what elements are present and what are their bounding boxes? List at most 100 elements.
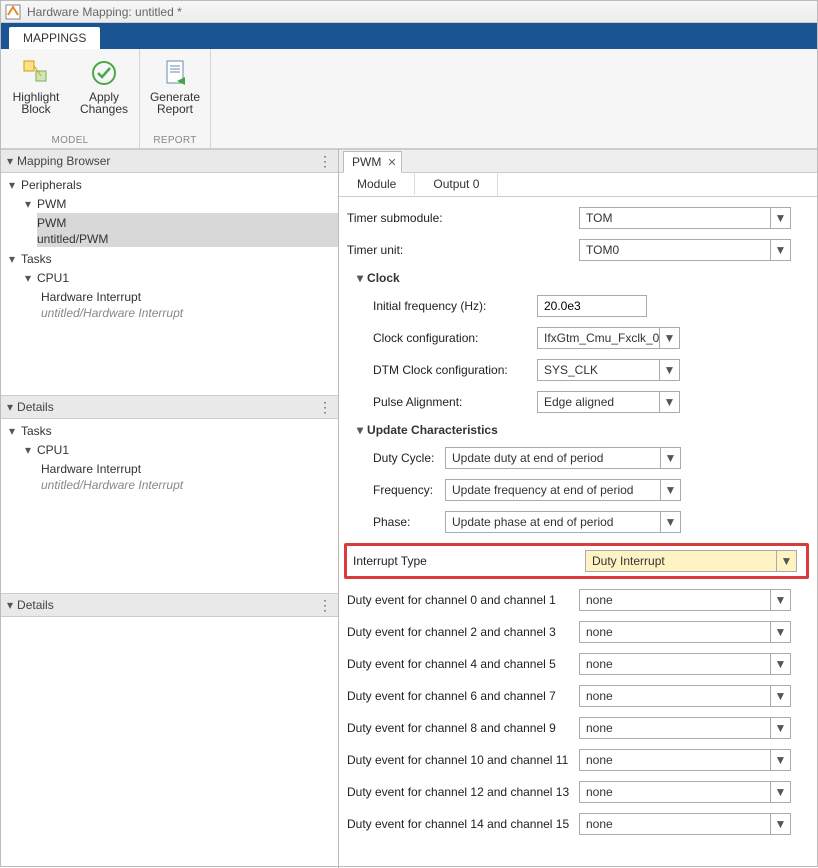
generate-report-label: Generate Report [150,91,200,115]
chevron-down-icon: ▼ [659,360,679,380]
panel-menu-icon[interactable]: ⋮ [318,600,332,610]
tab-mappings[interactable]: MAPPINGS [9,27,100,49]
label-dtm-clock-config: DTM Clock configuration: [373,363,537,377]
label-duty-event: Duty event for channel 4 and channel 5 [347,657,579,671]
label-duty-event: Duty event for channel 8 and channel 9 [347,721,579,735]
ribbon-group-report-caption: REPORT [153,135,196,146]
tab-module[interactable]: Module [339,173,415,196]
details-panel-1: ▾ Details ⋮ ▾ Tasks ▾ CPU1 [1,395,338,593]
window-title: Hardware Mapping: untitled * [27,5,182,19]
details-hw-interrupt[interactable]: Hardware Interrupt [37,460,338,478]
label-clock-config: Clock configuration: [373,331,537,345]
chevron-down-icon: ▼ [660,480,680,500]
generate-report-button[interactable]: Generate Report [146,53,204,133]
details-header-2[interactable]: ▾ Details ⋮ [1,593,338,617]
combo-duty-event[interactable]: none▼ [579,717,791,739]
mapping-browser-title: Mapping Browser [17,154,110,168]
doc-tab-pwm[interactable]: PWM ✕ [343,151,402,173]
combo-duty-event[interactable]: none▼ [579,749,791,771]
details-title-1: Details [17,400,54,414]
chevron-down-icon: ▼ [770,208,790,228]
tab-output0[interactable]: Output 0 [415,173,498,196]
window-titlebar: Hardware Mapping: untitled * [1,1,817,23]
mapping-browser-tree[interactable]: ▾ Peripherals ▾ PWM [1,173,338,395]
combo-interrupt-type[interactable]: Duty Interrupt ▼ [585,550,797,572]
label-duty-cycle: Duty Cycle: [347,451,445,465]
check-circle-icon [88,57,120,89]
row-duty-event: Duty event for channel 0 and channel 1no… [347,589,809,611]
label-duty-event: Duty event for channel 2 and channel 3 [347,625,579,639]
blocks-icon [20,57,52,89]
label-duty-event: Duty event for channel 10 and channel 11 [347,753,579,767]
combo-duty-event[interactable]: none▼ [579,653,791,675]
row-interrupt-type-highlight: Interrupt Type Duty Interrupt ▼ [344,543,809,579]
right-pane: PWM ✕ Module Output 0 Timer submodule: T… [339,149,817,868]
inner-tabstrip: Module Output 0 [339,173,817,197]
row-duty-event: Duty event for channel 8 and channel 9no… [347,717,809,739]
label-timer-unit: Timer unit: [347,243,579,257]
combo-duty-event[interactable]: none▼ [579,621,791,643]
section-update-characteristics[interactable]: ▾ Update Characteristics [347,423,809,437]
combo-duty-event[interactable]: none▼ [579,781,791,803]
row-timer-unit: Timer unit: TOM0 ▼ [347,239,809,261]
left-pane: ▾ Mapping Browser ⋮ ▾ Peripherals [1,149,339,868]
chevron-down-icon: ▾ [357,271,363,285]
details-header-1[interactable]: ▾ Details ⋮ [1,395,338,419]
combo-duty-event[interactable]: none▼ [579,813,791,835]
tree-tasks[interactable]: ▾ Tasks [5,250,338,268]
mapping-browser-header[interactable]: ▾ Mapping Browser ⋮ [1,149,338,173]
tree-pwm-group[interactable]: ▾ PWM [21,195,338,213]
label-duty-event: Duty event for channel 0 and channel 1 [347,593,579,607]
combo-timer-unit[interactable]: TOM0 ▼ [579,239,791,261]
row-duty-event: Duty event for channel 4 and channel 5no… [347,653,809,675]
label-phase: Phase: [347,515,445,529]
duty-events-list: Duty event for channel 0 and channel 1no… [347,589,809,835]
details-tree-1[interactable]: ▾ Tasks ▾ CPU1 Hardware Interrupt [1,419,338,593]
chevron-down-icon: ▼ [776,551,796,571]
tree-cpu1[interactable]: ▾ CPU1 [21,269,338,287]
main-area: ▾ Mapping Browser ⋮ ▾ Peripherals [1,149,817,868]
row-duty-event: Duty event for channel 12 and channel 13… [347,781,809,803]
chevron-down-icon: ▾ [9,252,21,266]
row-duty-event: Duty event for channel 14 and channel 15… [347,813,809,835]
ribbon-group-model-caption: MODEL [51,135,88,146]
combo-pulse-alignment[interactable]: Edge aligned ▼ [537,391,680,413]
panel-menu-icon[interactable]: ⋮ [318,402,332,412]
chevron-down-icon: ▼ [770,654,790,674]
chevron-down-icon: ▼ [770,686,790,706]
chevron-down-icon: ▼ [659,392,679,412]
label-timer-submodule: Timer submodule: [347,211,579,225]
row-duty-event: Duty event for channel 6 and channel 7no… [347,685,809,707]
combo-clock-config[interactable]: IfxGtm_Cmu_Fxclk_0 ▼ [537,327,680,349]
row-pulse-alignment: Pulse Alignment: Edge aligned ▼ [373,391,809,413]
combo-dtm-clock-config[interactable]: SYS_CLK ▼ [537,359,680,381]
combo-duty-cycle[interactable]: Update duty at end of period ▼ [445,447,681,469]
input-initial-frequency[interactable] [537,295,647,317]
highlight-block-button[interactable]: Highlight Block [7,53,65,133]
close-icon[interactable]: ✕ [387,156,396,169]
combo-frequency[interactable]: Update frequency at end of period ▼ [445,479,681,501]
chevron-down-icon: ▼ [770,718,790,738]
details-cpu1[interactable]: ▾ CPU1 [21,441,338,459]
chevron-down-icon: ▾ [7,154,13,168]
tree-pwm-item[interactable]: PWM [37,214,338,232]
combo-phase[interactable]: Update phase at end of period ▼ [445,511,681,533]
chevron-down-icon: ▾ [9,424,21,438]
apply-changes-button[interactable]: Apply Changes [75,53,133,133]
chevron-down-icon: ▾ [7,400,13,414]
combo-duty-event[interactable]: none▼ [579,589,791,611]
combo-duty-event[interactable]: none▼ [579,685,791,707]
label-interrupt-type: Interrupt Type [353,554,585,568]
details-tasks[interactable]: ▾ Tasks [5,422,338,440]
details-title-2: Details [17,598,54,612]
label-frequency: Frequency: [347,483,445,497]
combo-timer-submodule[interactable]: TOM ▼ [579,207,791,229]
label-initial-frequency: Initial frequency (Hz): [373,299,537,313]
panel-menu-icon[interactable]: ⋮ [318,156,332,166]
details-hw-interrupt-path: untitled/Hardware Interrupt [41,478,183,492]
label-pulse-alignment: Pulse Alignment: [373,395,537,409]
section-clock[interactable]: ▾ Clock [347,271,809,285]
chevron-down-icon: ▼ [659,328,679,348]
tree-peripherals[interactable]: ▾ Peripherals [5,176,338,194]
tree-hw-interrupt[interactable]: Hardware Interrupt [37,288,338,306]
